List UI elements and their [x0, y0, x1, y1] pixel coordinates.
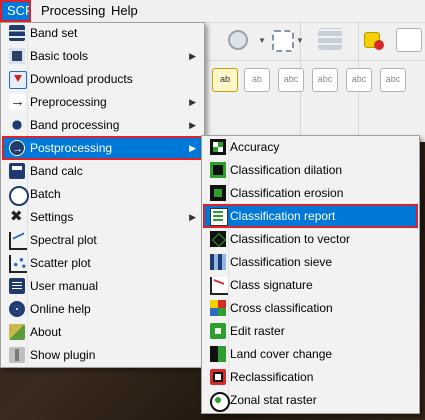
label-toolbar-icon[interactable]: ab [212, 68, 238, 92]
classification-sieve-icon [210, 254, 226, 270]
label-pin-icon[interactable]: ab [244, 68, 270, 92]
attribute-table-icon[interactable] [318, 28, 342, 50]
label-move-icon[interactable]: abc [312, 68, 338, 92]
download-icon [9, 71, 27, 89]
zonal-stat-raster-icon [210, 392, 230, 412]
label-show-icon[interactable]: abc [278, 68, 304, 92]
submenu-item-classification-to-vector[interactable]: Classification to vector [204, 228, 417, 250]
preprocessing-icon [9, 91, 25, 113]
show-plugin-icon [9, 347, 25, 363]
submenu-item-classification-dilation[interactable]: Classification dilation [204, 159, 417, 181]
scp-menu: Band set Basic tools ▶ Download products… [0, 22, 205, 368]
submenu-item-edit-raster[interactable]: Edit raster [204, 320, 417, 342]
select-features-icon[interactable] [272, 30, 294, 52]
menu-item-band-set[interactable]: Band set [3, 22, 202, 44]
menu-item-online-help[interactable]: Online help [3, 298, 202, 320]
menu-item-preprocessing[interactable]: Preprocessing ▶ [3, 91, 202, 113]
submenu-arrow-icon: ▶ [189, 212, 196, 222]
submenu-arrow-icon: ▶ [189, 143, 196, 153]
accuracy-icon [210, 139, 226, 155]
classification-to-vector-icon [210, 231, 226, 247]
identify-gear-icon[interactable] [228, 30, 248, 50]
submenu-arrow-icon: ▶ [189, 120, 196, 130]
menu-item-band-calc[interactable]: Band calc [3, 160, 202, 182]
menu-item-spectral-plot[interactable]: Spectral plot [3, 229, 202, 251]
class-signature-icon [210, 277, 228, 295]
menu-help[interactable]: Help [104, 0, 145, 22]
menu-item-settings[interactable]: Settings ▶ [3, 206, 202, 228]
menu-item-batch[interactable]: Batch [3, 183, 202, 206]
land-cover-change-icon [210, 346, 226, 362]
menu-item-about[interactable]: About [3, 321, 202, 343]
menu-item-basic-tools[interactable]: Basic tools ▶ [3, 45, 202, 67]
remove-selection-icon [374, 40, 384, 50]
menu-item-show-plugin[interactable]: Show plugin [3, 344, 202, 366]
classification-report-icon [210, 208, 228, 226]
menu-item-postprocessing[interactable]: Postprocessing ▶ [2, 136, 203, 160]
classification-dilation-icon [210, 162, 226, 178]
menu-item-scatter-plot[interactable]: Scatter plot [3, 252, 202, 274]
online-help-icon [9, 301, 25, 317]
label-rotate-icon[interactable]: abc [346, 68, 372, 92]
submenu-item-accuracy[interactable]: Accuracy [204, 136, 417, 158]
submenu-item-classification-erosion[interactable]: Classification erosion [204, 182, 417, 204]
submenu-item-class-signature[interactable]: Class signature [204, 274, 417, 296]
submenu-item-reclassification[interactable]: Reclassification [204, 366, 417, 388]
submenu-item-classification-report[interactable]: Classification report [203, 204, 418, 228]
cross-classification-icon [210, 300, 226, 316]
basic-tools-icon [9, 48, 25, 64]
submenu-item-land-cover-change[interactable]: Land cover change [204, 343, 417, 365]
menu-item-download-products[interactable]: Download products [3, 68, 202, 90]
reclassification-icon [210, 369, 226, 385]
submenu-item-classification-sieve[interactable]: Classification sieve [204, 251, 417, 273]
batch-icon [9, 186, 29, 206]
submenu-item-cross-classification[interactable]: Cross classification [204, 297, 417, 319]
postprocessing-submenu: Accuracy Classification dilation Classif… [201, 135, 420, 414]
spectral-plot-icon [9, 232, 27, 250]
menu-item-band-processing[interactable]: Band processing ▶ [3, 114, 202, 136]
field-calculator-icon[interactable] [396, 28, 422, 52]
band-processing-icon [9, 117, 25, 133]
submenu-arrow-icon: ▶ [189, 97, 196, 107]
submenu-item-zonal-stat-raster[interactable]: Zonal stat raster [204, 389, 417, 412]
settings-icon [9, 206, 25, 228]
scatter-plot-icon [9, 255, 27, 273]
menu-bar: SCP Processing Help [0, 0, 425, 23]
postprocessing-icon [9, 138, 25, 160]
menu-scp[interactable]: SCP [0, 0, 34, 22]
edit-raster-icon [210, 323, 226, 339]
band-calc-icon [9, 163, 25, 179]
menu-processing[interactable]: Processing [34, 0, 112, 22]
menu-item-user-manual[interactable]: User manual [3, 275, 202, 297]
user-manual-icon [9, 278, 25, 294]
band-set-icon [9, 25, 25, 41]
label-change-icon[interactable]: abc [380, 68, 406, 92]
about-icon [9, 324, 25, 340]
classification-erosion-icon [210, 185, 226, 201]
submenu-arrow-icon: ▶ [189, 51, 196, 61]
